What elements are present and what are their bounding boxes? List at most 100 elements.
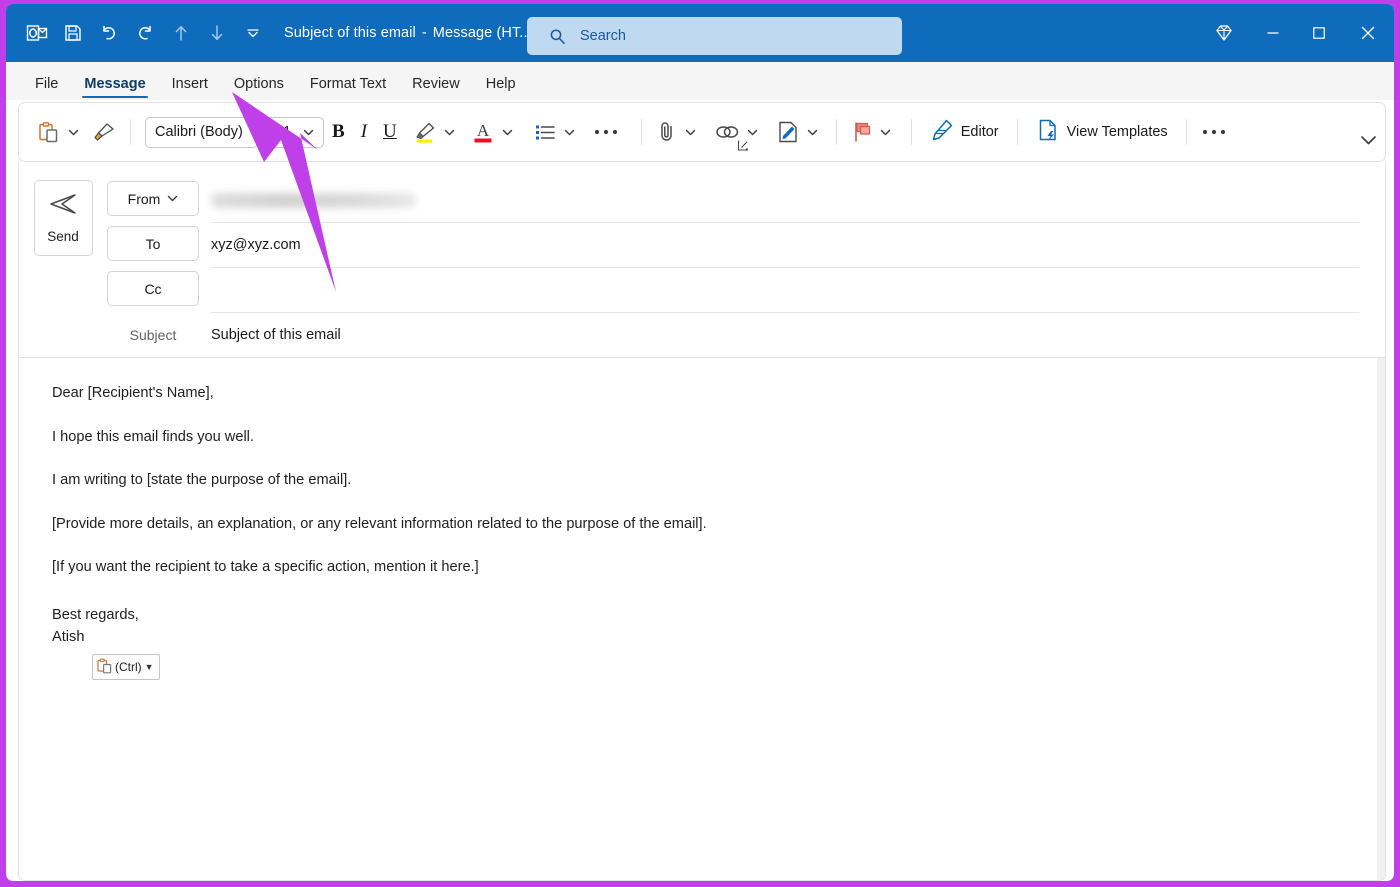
message-compose-pane: Send From To xyz@xyz.com Cc Subject Subj… bbox=[18, 162, 1386, 881]
from-button[interactable]: From bbox=[107, 181, 199, 216]
minimize-icon[interactable] bbox=[1250, 4, 1296, 62]
window-title-subject: Subject of this email bbox=[284, 25, 416, 41]
body-paragraph-1: I hope this email finds you well. bbox=[52, 428, 254, 445]
bullet-list-options-chevron-down-icon[interactable] bbox=[561, 109, 579, 155]
signature-options-chevron-down-icon[interactable] bbox=[804, 109, 822, 155]
tab-review[interactable]: Review bbox=[399, 76, 473, 100]
svg-text:A: A bbox=[477, 121, 490, 140]
font-size-value: 11 bbox=[276, 124, 292, 140]
ribbon-divider-2 bbox=[640, 119, 642, 145]
view-templates-label: View Templates bbox=[1066, 124, 1168, 140]
body-paragraph-greeting: Dear [Recipient's Name], bbox=[52, 385, 214, 401]
search-input[interactable]: Search bbox=[527, 17, 902, 55]
paste-options-chevron-down-icon[interactable] bbox=[64, 109, 82, 155]
bullet-list-icon[interactable] bbox=[529, 109, 561, 155]
from-button-label: From bbox=[127, 190, 161, 207]
outlook-message-window: Subject of this email - Message (HT... Sea… bbox=[6, 4, 1394, 881]
font-size-input[interactable]: 11 bbox=[266, 116, 324, 148]
to-button[interactable]: To bbox=[107, 226, 199, 261]
body-paragraph-2: I am writing to [state the purpose of th… bbox=[52, 472, 352, 489]
paste-clipboard-icon[interactable] bbox=[33, 109, 64, 155]
bold-button[interactable]: B bbox=[324, 109, 353, 155]
ribbon-divider-5 bbox=[1016, 119, 1018, 145]
from-row: From bbox=[107, 178, 1359, 223]
font-color-options-chevron-down-icon[interactable] bbox=[499, 109, 517, 155]
message-header: Send From To xyz@xyz.com Cc Subject Subj… bbox=[19, 162, 1385, 357]
close-icon[interactable] bbox=[1342, 4, 1394, 62]
bold-label: B bbox=[332, 121, 345, 142]
ribbon-divider-4 bbox=[910, 119, 912, 145]
highlight-options-chevron-down-icon[interactable] bbox=[441, 109, 459, 155]
editor-label: Editor bbox=[960, 124, 999, 140]
message-body-editor[interactable]: Dear [Recipient's Name], I hope this ema… bbox=[19, 358, 1385, 880]
tab-format-text[interactable]: Format Text bbox=[297, 76, 399, 100]
customize-quick-access-toolbar-chevron-down-icon[interactable] bbox=[236, 16, 270, 50]
ribbon-toolbar: Calibri (Body) 11 B I U A Editor View Te… bbox=[18, 102, 1386, 162]
text-highlight-icon[interactable] bbox=[409, 109, 441, 155]
maximize-icon[interactable] bbox=[1296, 4, 1342, 62]
to-button-label: To bbox=[145, 235, 161, 252]
arrow-down-icon[interactable] bbox=[200, 16, 234, 50]
subject-row: Subject Subject of this email bbox=[107, 313, 1359, 357]
tab-file[interactable]: File bbox=[22, 76, 71, 100]
ribbon-tabs: File Message Insert Options Format Text … bbox=[6, 62, 1394, 100]
search-icon bbox=[549, 28, 566, 45]
save-icon[interactable] bbox=[56, 16, 90, 50]
body-paragraph-3: [Provide more details, an explanation, o… bbox=[52, 515, 707, 532]
diamond-icon[interactable] bbox=[1198, 4, 1250, 62]
paste-options-label: (Ctrl) bbox=[115, 660, 142, 675]
paste-options-clipboard-icon bbox=[97, 658, 112, 676]
to-row: To xyz@xyz.com bbox=[107, 223, 1359, 268]
window-title-type: Message (HT... bbox=[432, 25, 532, 41]
ribbon-divider-6 bbox=[1185, 119, 1187, 145]
font-name-input[interactable]: Calibri (Body) bbox=[145, 116, 258, 148]
send-button-label: Send bbox=[47, 229, 79, 244]
from-chevron-down-icon bbox=[168, 195, 178, 202]
cc-button-label: Cc bbox=[144, 280, 162, 297]
cc-input[interactable] bbox=[211, 268, 1359, 313]
follow-up-flag-icon[interactable] bbox=[847, 109, 877, 155]
flag-options-chevron-down-icon[interactable] bbox=[877, 109, 895, 155]
from-value[interactable] bbox=[211, 178, 1359, 223]
body-scroll-gutter[interactable] bbox=[1377, 358, 1385, 880]
signature-icon[interactable] bbox=[772, 109, 804, 155]
italic-button[interactable]: I bbox=[353, 109, 375, 155]
body-closing-line: Best regards, bbox=[52, 606, 139, 623]
subject-input[interactable]: Subject of this email bbox=[211, 327, 1359, 343]
outlook-icon[interactable] bbox=[20, 16, 54, 50]
send-button[interactable]: Send bbox=[33, 180, 93, 256]
to-input[interactable]: xyz@xyz.com bbox=[211, 223, 1359, 268]
underline-button[interactable]: U bbox=[375, 109, 405, 155]
more-commands-ellipsis-icon[interactable] bbox=[1197, 109, 1231, 155]
font-color-icon[interactable]: A bbox=[467, 109, 499, 155]
body-signature-name: Atish bbox=[52, 629, 85, 646]
subject-label: Subject bbox=[129, 327, 177, 343]
redo-icon[interactable] bbox=[128, 16, 162, 50]
tab-help[interactable]: Help bbox=[473, 76, 529, 100]
attach-file-icon[interactable] bbox=[652, 109, 682, 155]
body-paragraph-4: [If you want the recipient to take a spe… bbox=[52, 559, 479, 576]
editor-button[interactable]: Editor bbox=[922, 109, 1007, 155]
paste-options-button[interactable]: (Ctrl) ▼ bbox=[92, 654, 160, 681]
underline-label: U bbox=[383, 121, 397, 142]
cc-row: Cc bbox=[107, 268, 1359, 313]
tab-insert[interactable]: Insert bbox=[159, 76, 221, 100]
title-bar: Subject of this email - Message (HT... Sea… bbox=[6, 4, 1394, 62]
font-size-chevron-down-icon bbox=[303, 129, 314, 135]
tab-options[interactable]: Options bbox=[221, 76, 297, 100]
window-controls bbox=[1198, 4, 1394, 62]
tab-message[interactable]: Message bbox=[71, 76, 158, 100]
undo-icon[interactable] bbox=[92, 16, 126, 50]
attach-options-chevron-down-icon[interactable] bbox=[682, 109, 700, 155]
more-options-ellipsis-icon[interactable] bbox=[589, 109, 623, 155]
dialog-box-launcher-icon[interactable] bbox=[737, 139, 750, 155]
annotated-screenshot-frame: Subject of this email - Message (HT... Sea… bbox=[0, 0, 1400, 887]
ribbon-display-options-chevron-icon[interactable] bbox=[1360, 133, 1377, 151]
format-painter-icon[interactable] bbox=[88, 109, 120, 155]
arrow-up-icon[interactable] bbox=[164, 16, 198, 50]
cc-button[interactable]: Cc bbox=[107, 271, 199, 306]
ribbon-divider bbox=[130, 119, 131, 145]
view-templates-button[interactable]: View Templates bbox=[1028, 109, 1176, 155]
caret-down-icon[interactable]: ▼ bbox=[145, 662, 154, 672]
editor-pen-icon bbox=[930, 118, 954, 147]
